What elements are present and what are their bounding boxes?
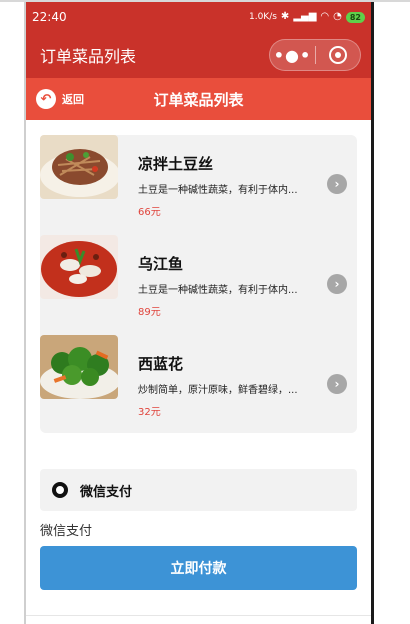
dish-price: 66元 [138, 207, 161, 218]
payment-option-label: 微信支付 [80, 484, 133, 500]
list-item[interactable]: 乌江鱼 土豆是一种碱性蔬菜，有利于体内... 89元 › [40, 235, 357, 325]
status-bar: 22:40 1.0K/s ✱ ▂▄▆ ◠ ◔ 82 [26, 2, 371, 32]
dish-name: 乌江鱼 [138, 255, 184, 273]
dish-image [40, 335, 118, 399]
dish-list: 凉拌土豆丝 土豆是一种碱性蔬菜，有利于体内... 66元 › 乌江鱼 土豆是一种… [40, 135, 357, 433]
right-border [371, 2, 374, 624]
list-item[interactable]: 西蓝花 炒制简单，原汁原味，鲜香碧绿，... 32元 › [40, 335, 357, 425]
signal-icon: ▂▄▆ [293, 11, 317, 22]
radio-selected-icon[interactable] [52, 482, 68, 498]
close-circle-icon [328, 46, 347, 64]
chevron-right-icon[interactable]: › [327, 174, 347, 194]
dish-price: 89元 [138, 307, 161, 318]
more-icon[interactable]: •●• [270, 46, 315, 65]
bluetooth-icon: ✱ [280, 11, 290, 22]
payment-method-caption: 微信支付 [40, 524, 93, 539]
chevron-right-icon[interactable]: › [327, 374, 347, 394]
close-miniprogram-button[interactable] [316, 46, 360, 64]
alarm-icon: ◔ [333, 11, 342, 22]
payment-option-wechat[interactable]: 微信支付 [40, 469, 357, 511]
miniprogram-capsule: •●• [269, 39, 361, 71]
dish-description: 土豆是一种碱性蔬菜，有利于体内... [138, 185, 298, 196]
network-speed: 1.0K/s [248, 12, 277, 22]
nav-bar: 订单菜品列表 •●• [26, 32, 371, 78]
dish-description: 炒制简单，原汁原味，鲜香碧绿，... [138, 385, 298, 396]
pay-now-button[interactable]: 立即付款 [40, 546, 357, 590]
wifi-icon: ◠ [320, 11, 330, 22]
dish-description: 土豆是一种碱性蔬菜，有利于体内... [138, 285, 298, 296]
dish-image [40, 235, 118, 299]
chevron-right-icon[interactable]: › [327, 274, 347, 294]
nav-title: 订单菜品列表 [40, 47, 137, 66]
bottom-divider [26, 615, 371, 616]
status-time: 22:40 [32, 10, 67, 24]
dish-image [40, 135, 118, 199]
status-indicators: 1.0K/s ✱ ▂▄▆ ◠ ◔ 82 [248, 11, 365, 23]
battery-icon: 82 [345, 11, 365, 23]
list-item[interactable]: 凉拌土豆丝 土豆是一种碱性蔬菜，有利于体内... 66元 › [40, 135, 357, 225]
dish-name: 凉拌土豆丝 [138, 155, 214, 173]
page-title: 订单菜品列表 [153, 91, 244, 109]
dish-name: 西蓝花 [138, 355, 184, 373]
page-header: ↶ 返回 订单菜品列表 [26, 78, 371, 120]
dish-price: 32元 [138, 407, 161, 418]
